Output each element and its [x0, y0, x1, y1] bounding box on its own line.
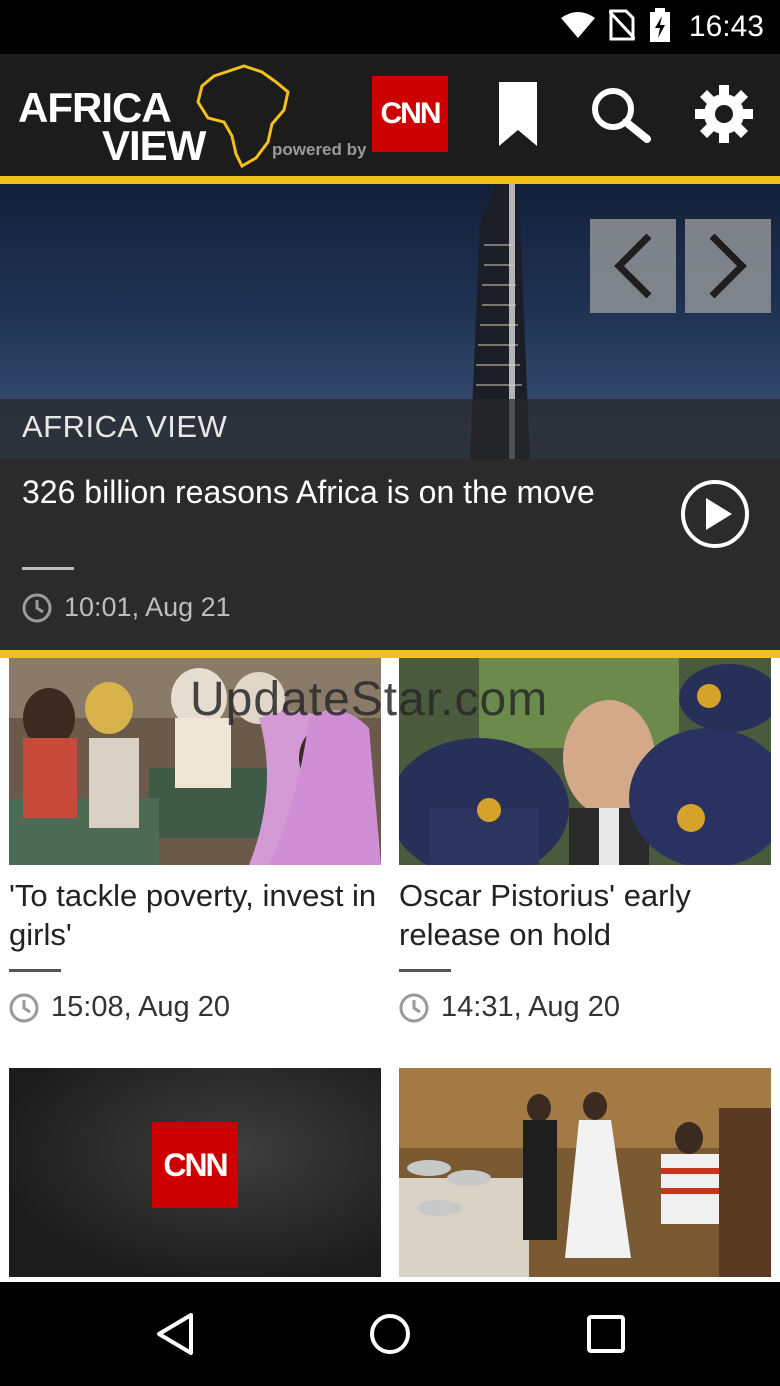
watermark-text: UpdateStar.com — [190, 673, 549, 726]
card-title[interactable]: 'To tackle poverty, invest in girls' — [9, 876, 381, 954]
card-time-text: 14:31, Aug 20 — [441, 991, 620, 1023]
card-timestamp: 15:08, Aug 20 — [9, 991, 230, 1024]
home-nav-icon — [370, 1314, 410, 1354]
cnn-logo: CNN — [372, 76, 448, 152]
logo-text-view: VIEW — [102, 122, 206, 169]
bookmark-icon — [499, 82, 537, 146]
hero-story[interactable]: AFRICA VIEW 326 billion reasons Africa i… — [0, 184, 780, 650]
recents-nav-button[interactable] — [576, 1304, 636, 1364]
wifi-icon — [560, 11, 595, 43]
status-icons: 16:43 — [560, 7, 764, 47]
search-icon — [592, 88, 651, 143]
card-title[interactable]: Oscar Pistorius' early release on hold — [399, 876, 771, 954]
play-circle-icon — [681, 480, 749, 548]
app-bar: AFRICA VIEW powered by CNN — [0, 54, 780, 176]
news-card[interactable]: CNN — [9, 1068, 381, 1278]
clock-icon — [399, 993, 429, 1022]
home-nav-button[interactable] — [360, 1304, 420, 1364]
card-divider — [9, 969, 61, 972]
system-nav-bar — [0, 1282, 780, 1386]
recents-nav-icon — [587, 1315, 625, 1353]
battery-charging-icon — [649, 7, 671, 47]
cnn-logo: CNN — [152, 1122, 238, 1208]
news-card[interactable] — [399, 1068, 771, 1278]
logo-powered-by: powered by — [272, 140, 367, 159]
hero-timestamp: 10:01, Aug 21 — [22, 592, 231, 623]
clock-icon — [22, 593, 52, 622]
hero-next-button[interactable] — [685, 219, 771, 313]
card-image-cnn: CNN — [9, 1068, 381, 1277]
search-button[interactable] — [582, 76, 658, 152]
no-sim-icon — [607, 9, 637, 46]
bookmark-button[interactable] — [480, 76, 556, 152]
chevron-left-icon — [614, 234, 652, 298]
hero-title[interactable]: 326 billion reasons Africa is on the mov… — [22, 472, 642, 513]
hero-time-text: 10:01, Aug 21 — [64, 592, 231, 622]
clock-icon — [9, 993, 39, 1022]
chevron-right-icon — [709, 234, 747, 298]
play-video-button[interactable] — [680, 479, 750, 549]
app-bar-accent-line — [0, 176, 780, 184]
back-nav-icon — [157, 1313, 193, 1355]
card-divider — [399, 969, 451, 972]
hero-divider — [22, 567, 74, 570]
card-image-wedding — [399, 1068, 771, 1277]
back-nav-button[interactable] — [145, 1304, 205, 1364]
hero-prev-button[interactable] — [590, 219, 676, 313]
app-screen: 16:43 AFRICA VIEW powered by CNN AFRICA … — [0, 0, 780, 1386]
status-bar: 16:43 — [0, 0, 780, 54]
settings-button[interactable] — [686, 76, 762, 152]
status-time: 16:43 — [688, 10, 764, 43]
card-timestamp: 14:31, Aug 20 — [399, 991, 620, 1024]
hero-accent-line — [0, 650, 780, 658]
card-time-text: 15:08, Aug 20 — [51, 991, 230, 1023]
hero-section-label: AFRICA VIEW — [22, 409, 228, 444]
africa-view-logo[interactable]: AFRICA VIEW powered by — [14, 62, 374, 172]
settings-gear-icon — [695, 85, 753, 143]
